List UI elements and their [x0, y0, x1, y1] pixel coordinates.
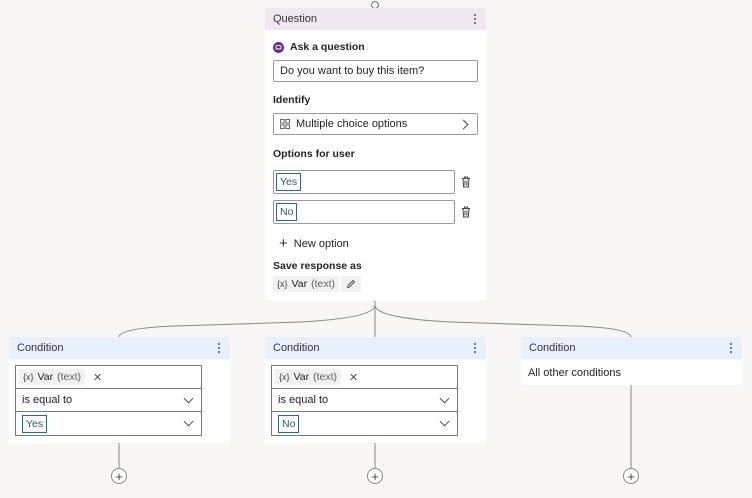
condition-title: Condition: [529, 342, 576, 354]
variable-icon: {x}: [279, 372, 290, 382]
condition-card-header: Condition: [521, 337, 742, 359]
all-other-conditions-text: All other conditions: [528, 367, 621, 379]
condition-title: Condition: [273, 342, 320, 354]
add-icon: +: [371, 468, 379, 484]
ask-question-label: Ask a question: [290, 41, 365, 53]
question-card-header: Question: [265, 8, 486, 30]
close-icon[interactable]: ✕: [349, 371, 358, 384]
condition-card-other: Condition All other conditions: [521, 337, 742, 385]
variable-type: (text): [311, 278, 335, 290]
identify-value: Multiple choice options: [296, 118, 408, 130]
save-response-label: Save response as: [273, 260, 362, 272]
condition-variable-row[interactable]: {x} Var (text) ✕: [272, 366, 457, 389]
question-text-value: Do you want to buy this item?: [280, 65, 425, 77]
condition-value-tag: No: [278, 414, 300, 433]
chevron-down-icon: [183, 416, 194, 427]
delete-option-yes-icon[interactable]: [459, 175, 473, 189]
add-icon: +: [115, 468, 123, 484]
add-icon: +: [279, 235, 288, 252]
save-response-variable: {x} Var (text): [273, 276, 361, 292]
add-icon: +: [627, 468, 635, 484]
condition-title: Condition: [17, 342, 64, 354]
variable-name: Var: [293, 371, 310, 383]
operator-value: is equal to: [278, 394, 329, 406]
condition-more-options-icon[interactable]: [470, 341, 480, 355]
condition-editor: {x} Var (text) ✕ is equal to Yes: [15, 365, 202, 436]
option-tag: Yes: [276, 173, 302, 191]
condition-card-header: Condition: [9, 337, 230, 359]
chevron-down-icon: [439, 393, 450, 403]
operator-value: is equal to: [22, 394, 73, 406]
grid-icon: [280, 119, 290, 129]
chevron-down-icon: [439, 416, 450, 427]
chevron-right-icon: [458, 119, 469, 129]
variable-chip[interactable]: {x} Var (text): [273, 276, 339, 292]
variable-type: (text): [313, 371, 337, 383]
variable-chip[interactable]: {x} Var (text): [19, 369, 85, 385]
condition-operator-select[interactable]: is equal to: [16, 389, 201, 412]
option-input-yes[interactable]: Yes: [273, 170, 455, 194]
condition-editor: {x} Var (text) ✕ is equal to No: [271, 365, 458, 436]
question-more-options-icon[interactable]: [470, 12, 480, 26]
condition-value-tag: Yes: [22, 414, 48, 433]
new-option-label: New option: [293, 238, 349, 250]
chevron-down-icon: [183, 393, 194, 403]
identify-selector[interactable]: Multiple choice options: [273, 113, 478, 135]
variable-name: Var: [37, 371, 54, 383]
condition-value-select[interactable]: No: [272, 412, 457, 435]
identify-label: Identify: [273, 94, 311, 106]
close-icon[interactable]: ✕: [93, 371, 102, 384]
options-for-user-label: Options for user: [273, 148, 355, 160]
option-tag: No: [276, 203, 298, 221]
condition-card-no: Condition {x} Var (text) ✕ is equal to N…: [265, 337, 486, 443]
condition-value-select[interactable]: Yes: [16, 412, 201, 435]
condition-more-options-icon[interactable]: [726, 341, 736, 355]
pencil-icon: [346, 279, 356, 289]
option-input-no[interactable]: No: [273, 200, 455, 224]
add-node-button[interactable]: +: [367, 468, 383, 484]
condition-card-yes: Condition {x} Var (text) ✕ is equal to Y…: [9, 337, 230, 443]
variable-chip[interactable]: {x} Var (text): [275, 369, 341, 385]
variable-icon: {x}: [23, 372, 34, 382]
new-option-button[interactable]: + New option: [279, 235, 349, 252]
variable-type: (text): [57, 371, 81, 383]
condition-card-header: Condition: [265, 337, 486, 359]
variable-name: Var: [291, 278, 308, 290]
ask-question-row: Ask a question: [273, 40, 365, 54]
condition-operator-select[interactable]: is equal to: [272, 389, 457, 412]
condition-more-options-icon[interactable]: [214, 341, 224, 355]
variable-icon: {x}: [277, 279, 288, 289]
edit-variable-button[interactable]: [341, 276, 361, 292]
question-card-title: Question: [273, 13, 318, 25]
chat-bubble-icon: [273, 41, 284, 53]
delete-option-no-icon[interactable]: [459, 205, 473, 219]
condition-variable-row[interactable]: {x} Var (text) ✕: [16, 366, 201, 389]
question-card: Question Ask a question Do you want to b…: [265, 8, 486, 301]
add-node-button[interactable]: +: [111, 468, 127, 484]
add-node-button[interactable]: +: [623, 468, 639, 484]
question-text-input[interactable]: Do you want to buy this item?: [273, 60, 478, 82]
